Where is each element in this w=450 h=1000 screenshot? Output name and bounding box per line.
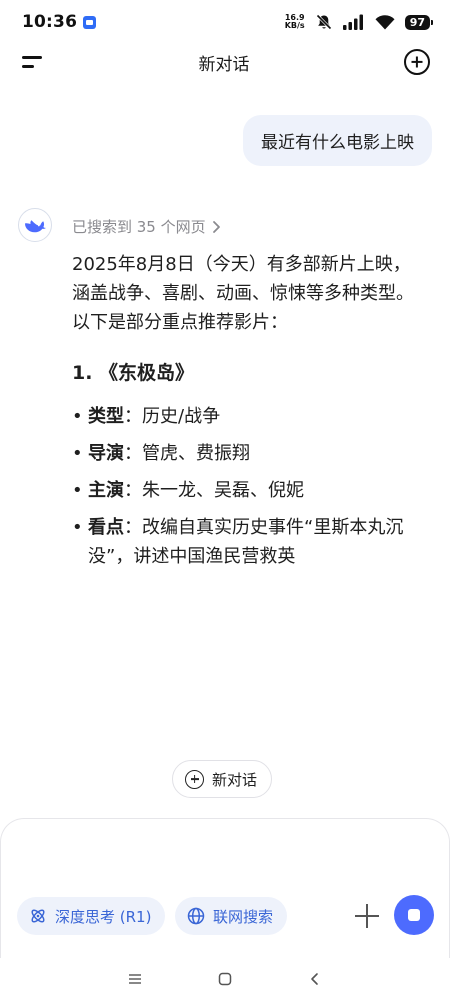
back-chevron-icon: [311, 973, 318, 985]
item-label: 主演: [88, 480, 124, 501]
message-input[interactable]: [21, 835, 421, 885]
item-value: ：朱一龙、吴磊、倪妮: [124, 480, 304, 501]
home-square-icon: [218, 972, 232, 986]
web-search-toggle[interactable]: 联网搜索: [175, 897, 288, 935]
status-left: 10:36: [22, 12, 97, 32]
web-search-label: 联网搜索: [213, 907, 274, 926]
atom-icon: [31, 909, 45, 923]
net-speed: 16.9 KB/s: [285, 14, 305, 30]
item-label: 类型: [88, 406, 124, 427]
page-title: 新对话: [198, 54, 250, 75]
search-results-summary[interactable]: 已搜索到 35 个网页: [72, 216, 222, 237]
list-item: 看点：改编自真实历史事件“里斯本丸沉没”，讲述中国渔民营救英: [72, 513, 422, 571]
menu-icon[interactable]: [22, 54, 44, 70]
new-chat-icon[interactable]: [404, 49, 430, 75]
new-chat-label: 新对话: [212, 770, 258, 789]
list-item: 主演：朱一龙、吴磊、倪妮: [72, 476, 422, 505]
stop-generation-button[interactable]: [394, 895, 434, 935]
item-value: ：管虎、费振翔: [124, 443, 250, 464]
system-nav-bar: [0, 958, 450, 1000]
mute-bell-icon: [316, 14, 332, 30]
assistant-avatar: [18, 208, 52, 242]
deep-think-toggle[interactable]: 深度思考 (R1): [17, 897, 166, 935]
plus-circle-icon: [185, 769, 204, 789]
recent-apps-button[interactable]: [120, 964, 150, 994]
item-value: ：历史/战争: [124, 406, 221, 427]
attach-plus-icon[interactable]: [352, 901, 382, 931]
battery-icon: 97: [404, 14, 434, 30]
home-button[interactable]: [210, 964, 240, 994]
wifi-icon: [375, 15, 395, 30]
item-value: ：改编自真实历史事件“里斯本丸沉没”，讲述中国渔民营救英: [88, 517, 404, 567]
composer: 深度思考 (R1) 联网搜索: [0, 818, 450, 958]
answer-intro: 2025年8月8日（今天）有多部新片上映，涵盖战争、喜剧、动画、惊悚等多种类型。…: [72, 254, 414, 333]
net-speed-unit: KB/s: [284, 21, 305, 30]
status-bar: 10:36 16.9 KB/s 97: [0, 0, 450, 44]
item-label: 导演: [88, 443, 124, 464]
deep-think-label: 深度思考 (R1): [55, 907, 152, 926]
app-notification-icon: [83, 15, 97, 29]
answer-section-title: 1. 《东极岛》: [72, 362, 195, 384]
chevron-right-icon: [212, 220, 220, 233]
whale-logo-icon: [25, 220, 46, 233]
back-button[interactable]: [300, 964, 330, 994]
movie-details-list: 类型：历史/战争 导演：管虎、费振翔 主演：朱一龙、吴磊、倪妮 看点：改编自真实…: [72, 402, 422, 571]
list-item: 类型：历史/战争: [72, 402, 422, 431]
status-time: 10:36: [22, 12, 78, 32]
stop-icon: [408, 909, 420, 921]
header: 新对话: [0, 44, 450, 80]
search-summary-label: 已搜索到 35 个网页: [72, 218, 206, 236]
item-label: 看点: [88, 517, 124, 538]
assistant-answer: 2025年8月8日（今天）有多部新片上映，涵盖战争、喜剧、动画、惊悚等多种类型。…: [72, 250, 422, 579]
signal-icon: [342, 14, 363, 30]
list-item: 导演：管虎、费振翔: [72, 439, 422, 468]
globe-icon: [187, 907, 205, 925]
user-message-bubble[interactable]: 最近有什么电影上映: [243, 115, 432, 166]
menu-lines-icon: [129, 974, 141, 984]
status-right: 16.9 KB/s 97: [285, 13, 434, 31]
new-chat-button[interactable]: 新对话: [172, 760, 273, 798]
